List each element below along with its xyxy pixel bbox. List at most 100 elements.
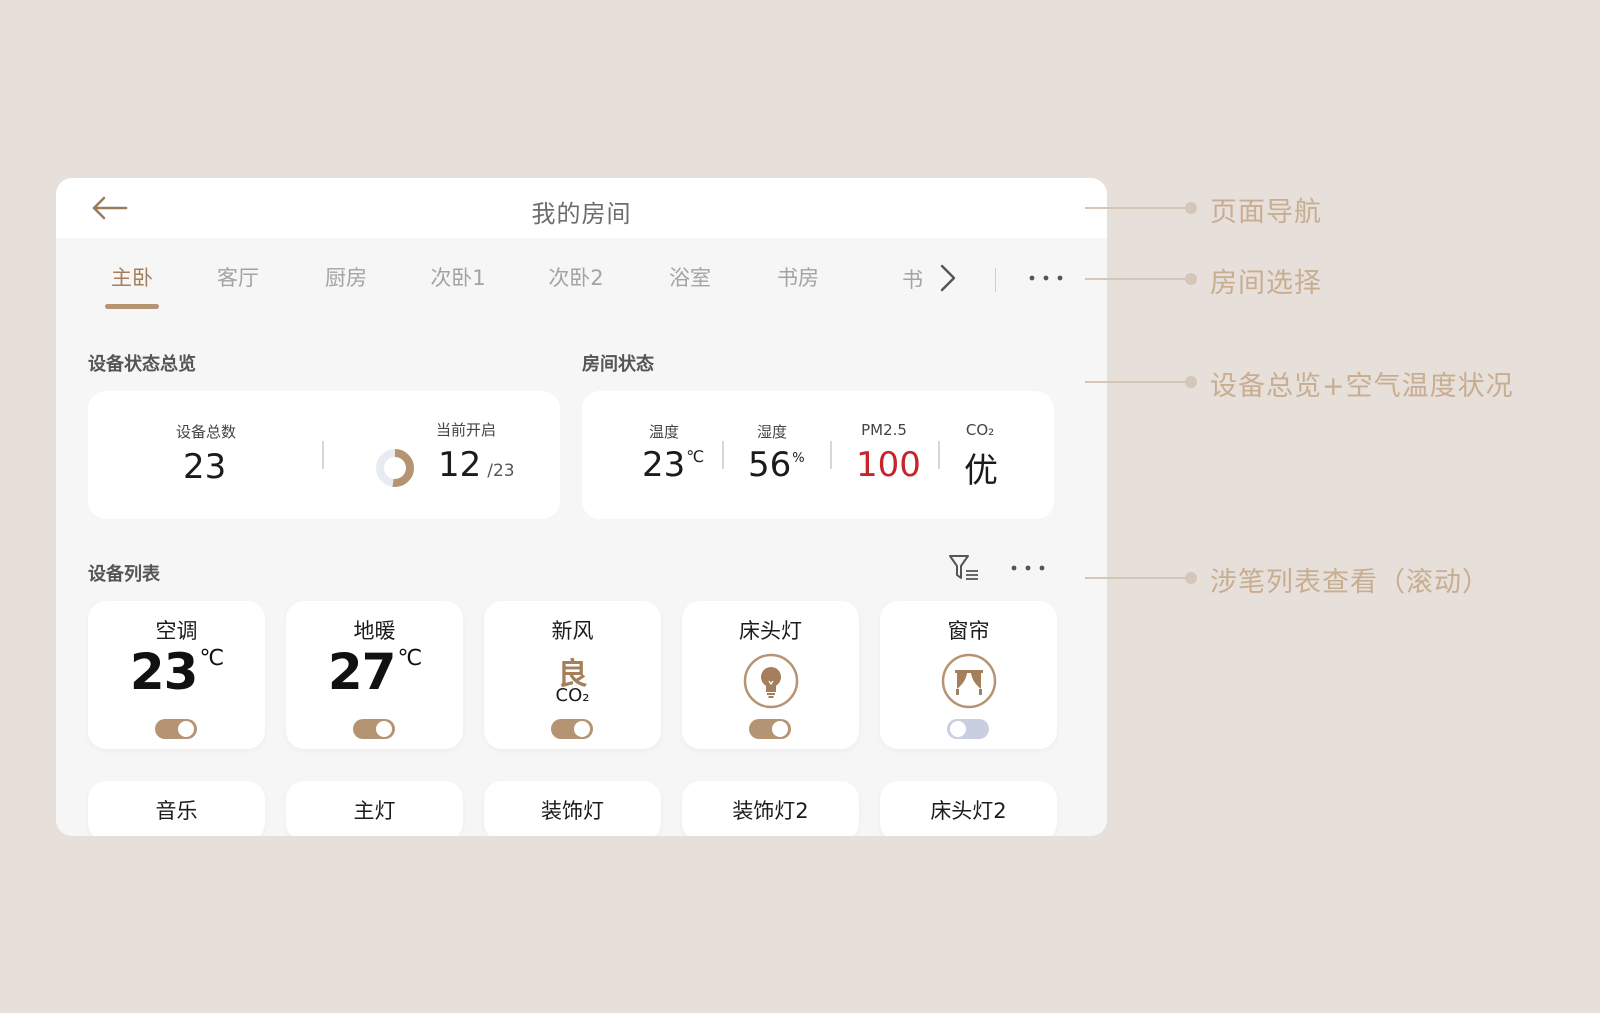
overview-divider — [322, 441, 324, 469]
device-name: 地暖 — [353, 619, 396, 643]
tab-living-room[interactable]: 客厅 — [217, 262, 259, 292]
tab-second-bedroom-1[interactable]: 次卧1 — [430, 262, 485, 292]
device-card-ac[interactable]: 空调 23℃ — [88, 601, 265, 749]
tab-overflow-partial[interactable]: 书 — [902, 264, 924, 292]
nav-bar: 我的房间 — [56, 178, 1107, 238]
temperature-unit: ℃ — [686, 447, 705, 466]
tab-kitchen[interactable]: 厨房 — [325, 262, 367, 292]
device-toggle-on[interactable] — [353, 719, 395, 739]
device-name: 新风 — [551, 619, 594, 643]
annotation-dot-list — [1185, 572, 1197, 584]
annotation-line-tabs — [1085, 278, 1185, 280]
tabs-more-button[interactable] — [1024, 258, 1068, 294]
toggle-knob — [376, 721, 392, 737]
toggle-knob — [772, 721, 788, 737]
device-toggle-on[interactable] — [155, 719, 197, 739]
annotation-dot-overview — [1185, 376, 1197, 388]
device-card-curtain[interactable]: 窗帘 — [880, 601, 1057, 749]
annotation-tabs: 房间选择 — [1210, 268, 1322, 299]
device-name: 音乐 — [155, 799, 198, 823]
device-toggle-off[interactable] — [947, 719, 989, 739]
status-divider-2 — [830, 441, 832, 469]
device-card-music[interactable]: 音乐 — [88, 781, 265, 836]
device-name: 窗帘 — [947, 619, 990, 643]
total-devices-value: 23 — [183, 447, 227, 487]
device-name: 装饰灯 — [541, 799, 604, 823]
annotation-dot-nav — [1185, 202, 1197, 214]
devices-on-total: /23 — [487, 461, 515, 481]
toggle-knob — [574, 721, 590, 737]
humidity-number: 56 — [748, 445, 792, 485]
device-name: 主灯 — [353, 799, 396, 823]
room-tabs: 主卧 客厅 厨房 次卧1 次卧2 浴室 书房 书 — [56, 238, 1107, 330]
tab-active-indicator — [105, 304, 159, 309]
status-divider-3 — [938, 441, 940, 469]
on-ratio-ring — [376, 449, 414, 487]
room-panel: 我的房间 主卧 客厅 厨房 次卧1 次卧2 浴室 书房 书 设备状态总览 房间状… — [56, 178, 1107, 836]
annotation-list: 涉笔列表查看（滚动） — [1210, 567, 1490, 598]
device-card-deco-light-2[interactable]: 装饰灯2 — [682, 781, 859, 836]
device-temp-unit: ℃ — [397, 646, 422, 671]
air-quality-metric: CO₂ — [555, 685, 590, 706]
device-card-bedside-lamp-2[interactable]: 床头灯2 — [880, 781, 1057, 836]
toggle-knob — [178, 721, 194, 737]
tabs-next-button[interactable] — [932, 260, 964, 296]
annotation-dot-tabs — [1185, 273, 1197, 285]
humidity-unit: % — [792, 451, 805, 466]
device-card-floor-heating[interactable]: 地暖 27℃ — [286, 601, 463, 749]
bulb-icon — [743, 653, 799, 709]
devices-on-value: 12/23 — [438, 445, 515, 485]
tab-bathroom[interactable]: 浴室 — [669, 262, 711, 292]
page-title: 我的房间 — [531, 200, 632, 228]
device-name: 床头灯2 — [930, 799, 1007, 823]
temperature-number: 23 — [642, 445, 686, 485]
more-dots-icon — [1029, 275, 1063, 281]
tab-study[interactable]: 书房 — [777, 262, 819, 292]
overview-card: 设备总数 23 当前开启 12/23 — [88, 391, 560, 519]
overview-title: 设备状态总览 — [88, 354, 196, 375]
device-temp: 23℃ — [88, 643, 265, 701]
device-list-title: 设备列表 — [88, 564, 160, 585]
temperature-label: 温度 — [648, 423, 680, 441]
device-card-main-light[interactable]: 主灯 — [286, 781, 463, 836]
annotation-line-nav — [1085, 207, 1185, 209]
device-temp-unit: ℃ — [199, 646, 224, 671]
annotation-line-list — [1085, 577, 1185, 579]
device-toggle-on[interactable] — [749, 719, 791, 739]
co2-value: 优 — [964, 451, 998, 491]
pm25-value: 100 — [856, 445, 921, 485]
device-card-fresh-air[interactable]: 新风 良 CO₂ — [484, 601, 661, 749]
curtain-icon — [941, 653, 997, 709]
device-name: 床头灯 — [739, 619, 802, 643]
devices-on-label: 当前开启 — [435, 421, 497, 439]
device-list-more-button[interactable] — [1006, 550, 1050, 582]
devices-on-count: 12 — [438, 445, 482, 485]
chevron-right-icon — [940, 264, 956, 292]
device-name: 空调 — [155, 619, 198, 643]
status-divider-1 — [722, 441, 724, 469]
humidity-value: 56% — [748, 445, 805, 485]
device-temp-number: 27 — [327, 643, 397, 701]
filter-button[interactable] — [946, 552, 982, 584]
device-card-bedside-lamp[interactable]: 床头灯 — [682, 601, 859, 749]
tab-second-bedroom-2[interactable]: 次卧2 — [548, 262, 603, 292]
room-status-card: 温度 23℃ 湿度 56% PM2.5 100 CO₂ 优 — [582, 391, 1054, 519]
annotation-nav: 页面导航 — [1210, 197, 1322, 228]
annotation-overview: 设备总览+空气温度状况 — [1210, 371, 1514, 402]
device-name: 装饰灯2 — [732, 799, 809, 823]
device-toggle-on[interactable] — [551, 719, 593, 739]
tab-master-bedroom[interactable]: 主卧 — [105, 262, 159, 309]
total-devices-label: 设备总数 — [175, 423, 237, 441]
filter-icon — [949, 555, 978, 580]
tab-label: 主卧 — [111, 266, 153, 290]
annotation-line-overview — [1085, 381, 1185, 383]
device-temp-number: 23 — [129, 643, 199, 701]
more-dots-icon — [1011, 565, 1045, 571]
humidity-label: 湿度 — [756, 423, 788, 441]
temperature-value: 23℃ — [642, 445, 704, 485]
device-card-deco-light[interactable]: 装饰灯 — [484, 781, 661, 836]
toggle-knob — [950, 721, 966, 737]
tabs-divider — [995, 268, 996, 292]
pm25-label: PM2.5 — [861, 421, 907, 439]
device-temp: 27℃ — [286, 643, 463, 701]
